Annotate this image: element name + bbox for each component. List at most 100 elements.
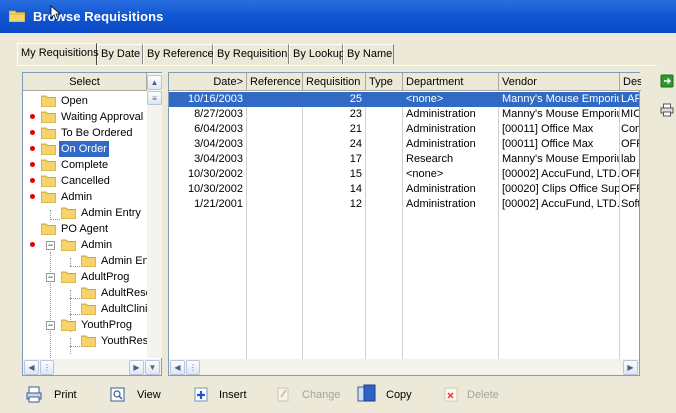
tree-header[interactable]: Select xyxy=(23,73,147,91)
folder-icon xyxy=(9,10,25,22)
tree-item-on-order[interactable]: On Order xyxy=(23,141,147,157)
scroll-thumb[interactable]: ⋮ xyxy=(40,360,54,375)
tab-by-reference[interactable]: By Reference xyxy=(143,44,214,64)
collapse-icon[interactable]: − xyxy=(46,321,55,330)
requisitions-grid: Date> Reference Requisition Type Departm… xyxy=(168,72,641,376)
scroll-down-icon[interactable]: ▼ xyxy=(145,360,160,375)
cell-type xyxy=(366,137,402,152)
column-header-vendor[interactable]: Vendor xyxy=(499,73,620,91)
grid-horizontal-scrollbar[interactable]: ◀ ⋮ ▶ xyxy=(169,359,639,375)
window-title-bar[interactable]: Browse Requisitions xyxy=(0,0,676,33)
tab-my-requisitions[interactable]: My Requisitions xyxy=(17,43,99,65)
tab-by-name[interactable]: By Name xyxy=(343,44,394,64)
tree-item-admin-entry[interactable]: Admin Entry xyxy=(23,205,147,221)
tree-item-to-be-ordered[interactable]: To Be Ordered xyxy=(23,125,147,141)
tree-item-label: PO Agent xyxy=(61,223,109,235)
cell-vendor: [00002] AccuFund, LTD. xyxy=(502,198,619,210)
exit-icon[interactable] xyxy=(660,74,674,88)
tree-item-admin-en[interactable]: Admin En xyxy=(23,253,147,269)
tree-vertical-scrollbar[interactable]: ▲ ≡ xyxy=(147,73,162,358)
scroll-thumb[interactable]: ⋮ xyxy=(186,360,200,375)
tree-item-complete[interactable]: Complete xyxy=(23,157,147,173)
scroll-thumb[interactable]: ≡ xyxy=(147,91,162,105)
scroll-up-icon[interactable]: ▲ xyxy=(147,75,162,90)
mouse-cursor-icon xyxy=(50,5,62,21)
column-header-reference[interactable]: Reference xyxy=(247,73,303,91)
tree-item-label: AdultProg xyxy=(81,271,130,283)
table-row[interactable]: 8/27/2003 23 Administration Manny's Mous… xyxy=(169,107,639,122)
delete-icon xyxy=(444,387,458,402)
tree-item-adultprog[interactable]: − AdultProg xyxy=(23,269,147,285)
print-button[interactable]: Print xyxy=(26,382,77,410)
tree-item-youthres[interactable]: YouthRes xyxy=(23,333,147,349)
column-header-date[interactable]: Date> xyxy=(169,73,247,91)
tree-item-cancelled[interactable]: Cancelled xyxy=(23,173,147,189)
cell-type xyxy=(366,92,402,107)
folder-icon xyxy=(61,239,76,251)
cell-requisition: 21 xyxy=(349,123,362,135)
collapse-icon[interactable]: − xyxy=(46,273,55,282)
cell-vendor: [00020] Clips Office Supply xyxy=(502,183,619,195)
column-header-department[interactable]: Department xyxy=(403,73,499,91)
table-row[interactable]: 1/21/2001 12 Administration [00002] Accu… xyxy=(169,197,639,212)
tree-item-label: Admin Entry xyxy=(81,207,141,219)
delete-button[interactable]: Delete xyxy=(443,382,507,410)
tree-horizontal-scrollbar[interactable]: ◀ ⋮ ▶ ▼ xyxy=(23,359,161,375)
cell-date: 8/27/2003 xyxy=(194,108,243,120)
copy-button[interactable]: Copy xyxy=(357,382,415,410)
column-header-requisition[interactable]: Requisition xyxy=(303,73,366,91)
status-dot xyxy=(30,130,35,135)
tree-item-adultclinic[interactable]: AdultClinic xyxy=(23,301,147,317)
tree-item-label: To Be Ordered xyxy=(61,127,133,139)
view-label: View xyxy=(137,389,161,401)
tab-by-date[interactable]: By Date xyxy=(97,44,143,64)
tree-item-label: YouthProg xyxy=(81,319,132,331)
folder-icon xyxy=(41,175,56,187)
print-icon xyxy=(26,386,42,403)
folder-icon xyxy=(81,335,96,347)
scroll-right-icon[interactable]: ▶ xyxy=(623,360,638,375)
status-dot xyxy=(30,162,35,167)
cell-department: Administration xyxy=(406,183,476,195)
cell-vendor: Manny's Mouse Emporium xyxy=(502,108,619,120)
scroll-left-icon[interactable]: ◀ xyxy=(24,360,39,375)
column-header-description[interactable]: Des xyxy=(620,73,641,91)
change-icon xyxy=(277,387,289,402)
collapse-icon[interactable]: − xyxy=(46,241,55,250)
tree-item-open[interactable]: Open xyxy=(23,93,147,109)
change-button[interactable]: Change xyxy=(275,382,345,410)
tree-item-label: Waiting Approval xyxy=(61,111,144,123)
tab-by-requisition[interactable]: By Requisition xyxy=(213,44,289,64)
table-row[interactable]: 10/30/2002 14 Administration [00020] Cli… xyxy=(169,182,639,197)
insert-label: Insert xyxy=(219,389,247,401)
view-button[interactable]: View xyxy=(110,382,164,410)
table-row[interactable]: 10/30/2002 15 <none> [00002] AccuFund, L… xyxy=(169,167,639,182)
status-dot xyxy=(30,114,35,119)
insert-button[interactable]: Insert xyxy=(193,382,251,410)
cell-requisition: 14 xyxy=(349,183,362,195)
cell-description: Com xyxy=(621,123,639,135)
cell-date: 6/04/2003 xyxy=(194,123,243,135)
tree-item-admin[interactable]: Admin xyxy=(23,189,147,205)
tree-item-youthprog[interactable]: − YouthProg xyxy=(23,317,147,333)
folder-icon xyxy=(61,207,76,219)
tree-list: Open Waiting Approval To Be Ordered On O… xyxy=(23,92,147,358)
table-row[interactable]: 10/16/2003 25 <none> Manny's Mouse Empor… xyxy=(169,92,639,107)
tree-item-adultrese[interactable]: AdultRese xyxy=(23,285,147,301)
status-dot xyxy=(30,178,35,183)
tree-item-po-admin[interactable]: − Admin xyxy=(23,237,147,253)
tree-item-waiting-approval[interactable]: Waiting Approval xyxy=(23,109,147,125)
table-row[interactable]: 6/04/2003 21 Administration [00011] Offi… xyxy=(169,122,639,137)
cell-requisition: 25 xyxy=(349,93,362,105)
tree-item-po-agent[interactable]: PO Agent xyxy=(23,221,147,237)
print-icon[interactable] xyxy=(660,103,674,117)
table-row[interactable]: 3/04/2003 17 Research Manny's Mouse Empo… xyxy=(169,152,639,167)
view-icon xyxy=(110,387,125,402)
tab-by-lookup[interactable]: By Lookup xyxy=(289,44,345,64)
cell-description: lab s xyxy=(621,153,639,165)
column-header-type[interactable]: Type xyxy=(366,73,403,91)
scroll-left-icon[interactable]: ◀ xyxy=(170,360,185,375)
table-row[interactable]: 3/04/2003 24 Administration [00011] Offi… xyxy=(169,137,639,152)
cell-type xyxy=(366,107,402,122)
scroll-right-icon[interactable]: ▶ xyxy=(129,360,144,375)
